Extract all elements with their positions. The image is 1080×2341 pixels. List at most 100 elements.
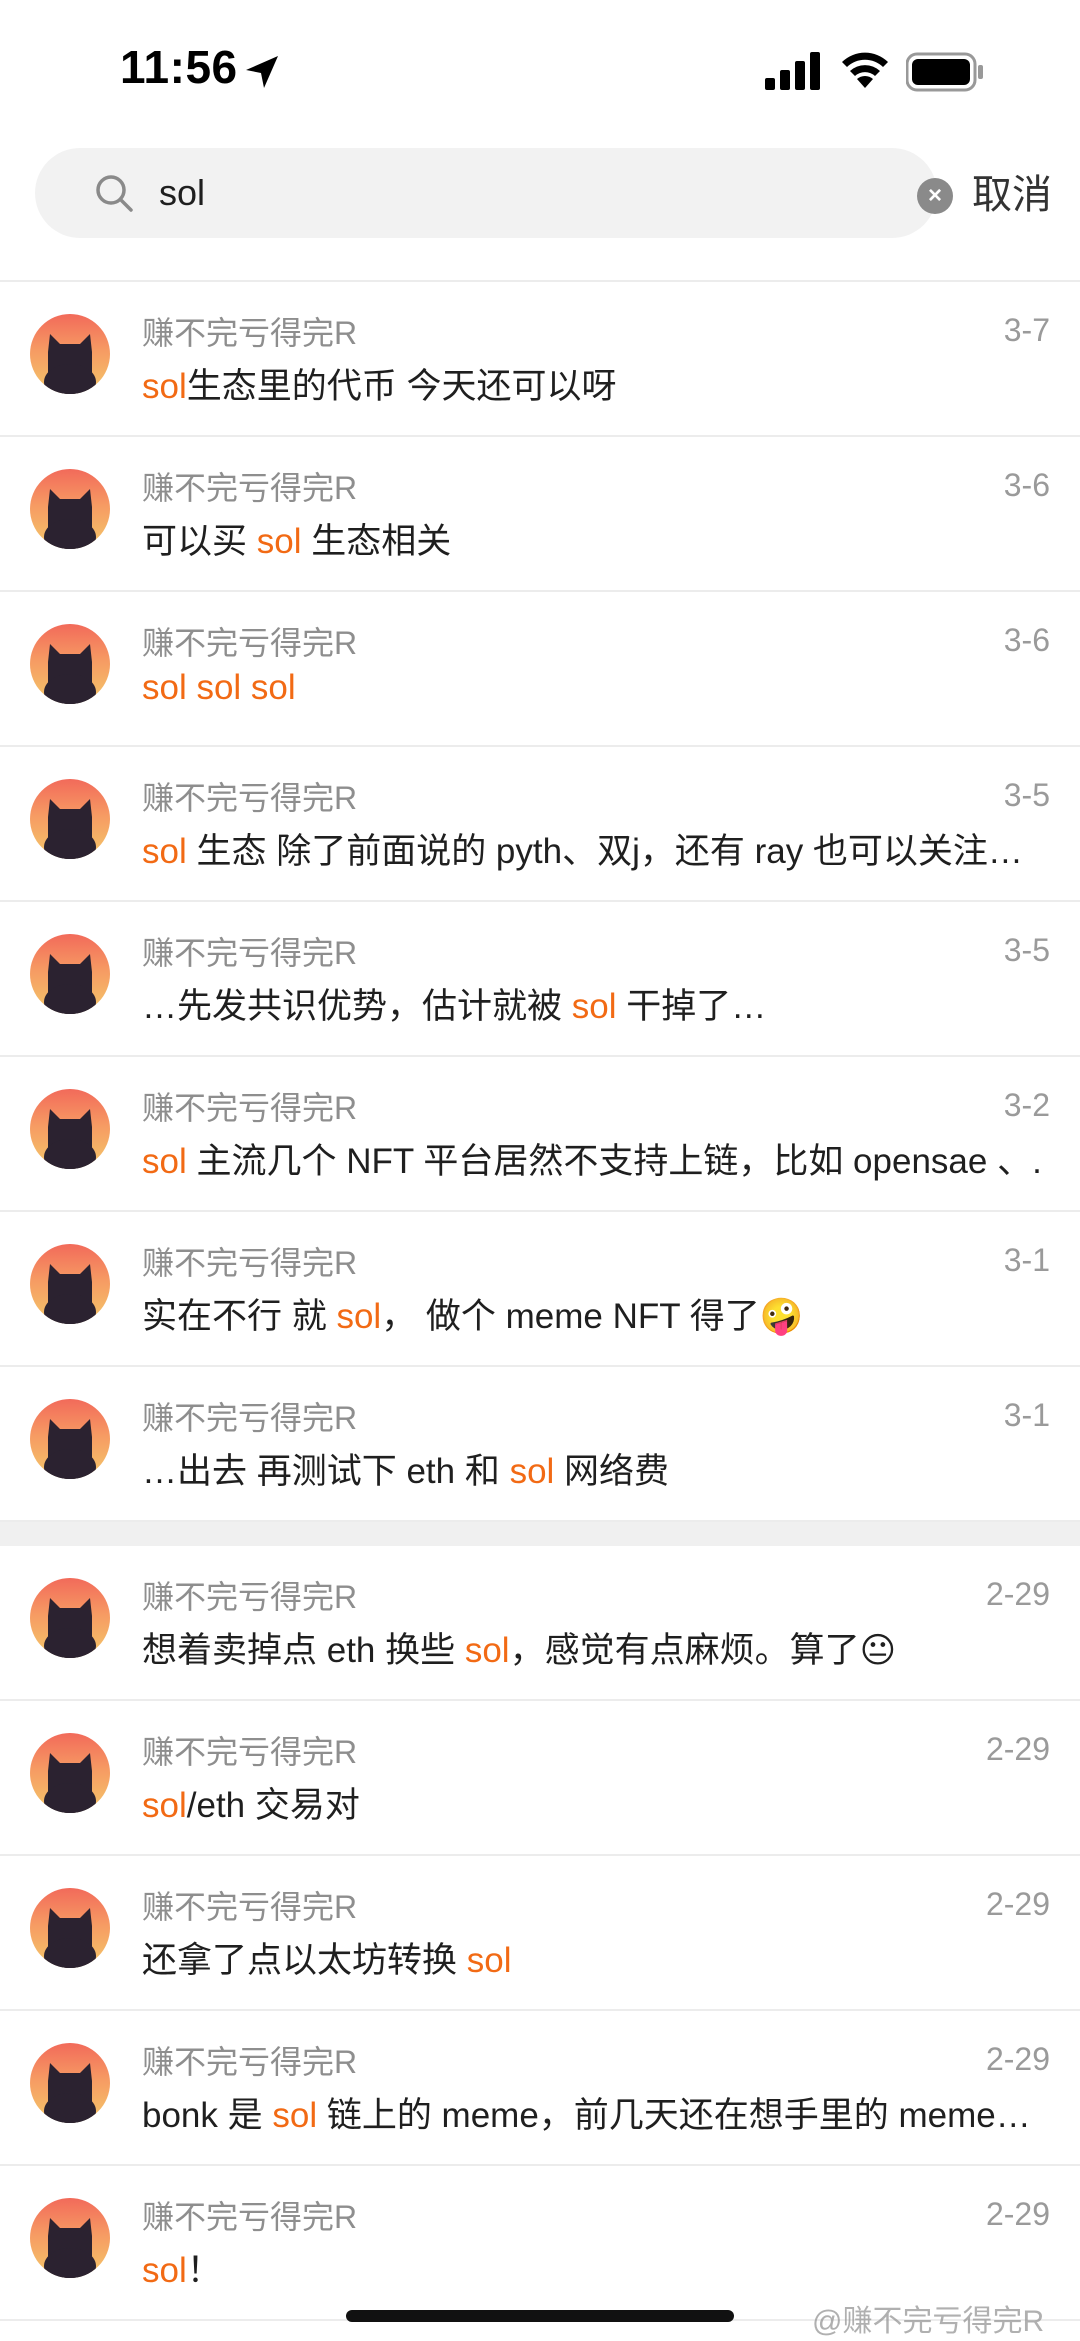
watermark: @赚不完亏得完R xyxy=(812,2305,1045,2338)
text-segment: 实在不行 就 xyxy=(142,1297,337,1336)
cat-silhouette-icon xyxy=(44,1598,96,1658)
item-author: 赚不完亏得完R xyxy=(142,2044,358,2080)
text-segment: 主流几个 NFT 平台居然不支持上链，比如 opensae 、.. xyxy=(186,1142,1042,1181)
list-item[interactable]: 赚不完亏得完R 2-29 bonk 是 sol 链上的 meme，前几天还在想手里的… xyxy=(0,2011,1080,2166)
list-item[interactable]: 赚不完亏得完R 3-1 …出去 再测试下 eth 和 sol 网络费 xyxy=(0,1367,1080,1522)
item-date: 2-29 xyxy=(985,1731,1050,1767)
item-text: sol生态里的代币 今天还可以呀 xyxy=(142,358,1042,409)
keyword-highlight: sol xyxy=(464,1631,510,1670)
search-input[interactable] xyxy=(159,166,779,220)
avatar[interactable] xyxy=(30,314,110,394)
screen: 11:56 × 取消 xyxy=(0,0,1080,2341)
text-segment: 可以买 xyxy=(142,522,257,561)
avatar[interactable] xyxy=(30,624,110,704)
keyword-highlight: sol xyxy=(142,1142,187,1181)
avatar[interactable] xyxy=(30,779,110,859)
item-author: 赚不完亏得完R xyxy=(142,1090,358,1126)
item-date: 3-6 xyxy=(1003,467,1050,503)
item-author: 赚不完亏得完R xyxy=(142,1734,358,1770)
text-segment: ，感觉有点麻烦。算了😐 xyxy=(509,1631,897,1670)
cat-silhouette-icon xyxy=(44,1908,96,1968)
cat-silhouette-icon xyxy=(44,1109,96,1169)
cat-silhouette-icon xyxy=(44,1419,96,1479)
keyword-highlight: sol xyxy=(256,522,302,561)
text-segment: 想着卖掉点 eth 换些 xyxy=(142,1631,465,1670)
item-author: 赚不完亏得完R xyxy=(142,315,358,351)
item-text: sol sol sol xyxy=(142,668,1042,708)
avatar[interactable] xyxy=(30,934,110,1014)
item-text: …出去 再测试下 eth 和 sol 网络费 xyxy=(142,1443,1042,1494)
text-segment: /eth 交易对 xyxy=(186,1786,360,1825)
avatar[interactable] xyxy=(30,2198,110,2278)
item-date: 2-29 xyxy=(985,1576,1050,1612)
item-date: 3-1 xyxy=(1003,1242,1050,1278)
text-segment: …出去 再测试下 eth 和 xyxy=(142,1452,510,1491)
item-date: 3-5 xyxy=(1003,932,1050,968)
item-author: 赚不完亏得完R xyxy=(142,625,358,661)
avatar[interactable] xyxy=(30,1399,110,1479)
item-author: 赚不完亏得完R xyxy=(142,1889,358,1925)
clear-search-icon[interactable]: × xyxy=(917,178,953,214)
status-bar: 11:56 xyxy=(0,0,1080,140)
cat-silhouette-icon xyxy=(44,2063,96,2123)
item-text: 实在不行 就 sol， 做个 meme NFT 得了🤪 xyxy=(142,1288,1042,1339)
item-date: 3-1 xyxy=(1003,1397,1050,1433)
item-date: 2-29 xyxy=(985,2041,1050,2077)
item-text: 可以买 sol 生态相关 xyxy=(142,513,1042,564)
status-time: 11:56 xyxy=(120,41,238,93)
avatar[interactable] xyxy=(30,2043,110,2123)
keyword-highlight: sol xyxy=(142,2251,187,2290)
keyword-highlight: sol xyxy=(142,1786,187,1825)
avatar[interactable] xyxy=(30,1089,110,1169)
item-text: bonk 是 sol 链上的 meme，前几天还在想手里的 meme… xyxy=(142,2087,1042,2138)
text-segment: 网络费 xyxy=(554,1452,670,1491)
text-segment: 干掉了… xyxy=(616,987,767,1026)
text-segment: 生态里的代币 今天还可以呀 xyxy=(186,367,617,406)
item-text: sol 生态 除了前面说的 pyth、双j，还有 ray 也可以关注… xyxy=(142,823,1042,874)
avatar[interactable] xyxy=(30,1888,110,1968)
item-author: 赚不完亏得完R xyxy=(142,780,358,816)
text-segment: 还拿了点以太坊转换 xyxy=(142,1941,467,1980)
list-item[interactable]: 赚不完亏得完R 3-5 …先发共识优势，估计就被 sol 干掉了… xyxy=(0,902,1080,1057)
list-item[interactable]: 赚不完亏得完R 2-29 想着卖掉点 eth 换些 sol，感觉有点麻烦。算了😐 xyxy=(0,1546,1080,1701)
cat-silhouette-icon xyxy=(44,1264,96,1324)
cat-silhouette-icon xyxy=(44,644,96,704)
list-item[interactable]: 赚不完亏得完R 2-29 sol/eth 交易对 xyxy=(0,1701,1080,1856)
list-item[interactable]: 赚不完亏得完R 3-1 实在不行 就 sol， 做个 meme NFT 得了🤪 xyxy=(0,1212,1080,1367)
keyword-highlight: sol xyxy=(142,367,187,406)
keyword-highlight: sol xyxy=(336,1297,382,1336)
location-arrow-icon xyxy=(246,56,278,88)
cat-silhouette-icon xyxy=(44,2218,96,2278)
list-item[interactable]: 赚不完亏得完R 3-6 sol sol sol xyxy=(0,592,1080,747)
item-author: 赚不完亏得完R xyxy=(142,470,358,506)
avatar[interactable] xyxy=(30,469,110,549)
search-icon xyxy=(96,175,133,212)
avatar[interactable] xyxy=(30,1578,110,1658)
list-item[interactable]: 赚不完亏得完R 3-7 sol生态里的代币 今天还可以呀 xyxy=(0,282,1080,437)
cancel-button[interactable]: 取消 xyxy=(972,162,1052,220)
wifi-icon xyxy=(842,52,888,88)
cat-silhouette-icon xyxy=(44,954,96,1014)
results-list: 赚不完亏得完R 3-7 sol生态里的代币 今天还可以呀 赚不完亏得完R 3-6 可以买 … xyxy=(0,282,1080,2321)
item-author: 赚不完亏得完R xyxy=(142,1579,358,1615)
keyword-highlight: sol xyxy=(142,832,187,871)
keyword-highlight: sol xyxy=(509,1452,555,1491)
avatar[interactable] xyxy=(30,1244,110,1324)
list-item[interactable]: 赚不完亏得完R 3-2 sol 主流几个 NFT 平台居然不支持上链，比如 open… xyxy=(0,1057,1080,1212)
text-segment: 生态 除了前面说的 pyth、双j，还有 ray 也可以关注… xyxy=(186,832,1023,871)
item-text: …先发共识优势，估计就被 sol 干掉了… xyxy=(142,978,1042,1029)
keyword-highlight: sol xyxy=(571,987,617,1026)
text-segment: …先发共识优势，估计就被 xyxy=(142,987,572,1026)
home-indicator[interactable] xyxy=(346,2310,734,2322)
item-date: 3-5 xyxy=(1003,777,1050,813)
item-date: 2-29 xyxy=(985,1886,1050,1922)
list-item[interactable]: 赚不完亏得完R 2-29 还拿了点以太坊转换 sol xyxy=(0,1856,1080,2011)
text-segment: ！ xyxy=(186,2251,222,2290)
item-author: 赚不完亏得完R xyxy=(142,2199,358,2235)
list-item[interactable]: 赚不完亏得完R 3-6 可以买 sol 生态相关 xyxy=(0,437,1080,592)
item-text: sol 主流几个 NFT 平台居然不支持上链，比如 opensae 、.. xyxy=(142,1133,1042,1184)
avatar[interactable] xyxy=(30,1733,110,1813)
list-item[interactable]: 赚不完亏得完R 3-5 sol 生态 除了前面说的 pyth、双j，还有 ray 也… xyxy=(0,747,1080,902)
item-date: 2-29 xyxy=(985,2196,1050,2232)
search-box[interactable]: × xyxy=(35,148,953,238)
